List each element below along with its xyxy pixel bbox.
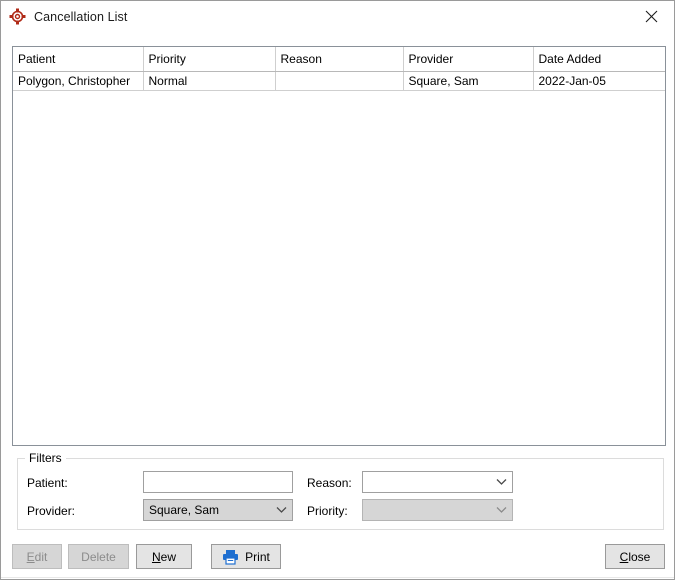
column-header-patient[interactable]: Patient (13, 47, 144, 72)
print-button[interactable]: Print (211, 544, 281, 569)
chevron-down-icon (270, 506, 292, 514)
provider-filter-combo[interactable]: Square, Sam (143, 499, 293, 521)
patient-filter-label: Patient: (27, 476, 68, 490)
new-button-label: New (151, 549, 176, 564)
close-button[interactable]: Close (605, 544, 665, 569)
cancellation-list-window: Cancellation List Patient Priority Reaso… (0, 0, 675, 580)
filters-legend: Filters (25, 451, 66, 465)
bottom-separator (1, 577, 674, 578)
cancellation-grid[interactable]: Patient Priority Reason Provider Date Ad… (12, 46, 666, 446)
patient-filter-input[interactable] (143, 471, 293, 493)
delete-button-label: Delete (81, 549, 116, 564)
window-close-button[interactable] (629, 1, 674, 32)
window-title: Cancellation List (34, 9, 128, 24)
reason-filter-combo[interactable] (362, 471, 513, 493)
chevron-down-icon (490, 478, 512, 486)
priority-filter-label: Priority: (307, 504, 348, 518)
delete-button[interactable]: Delete (68, 544, 129, 569)
printer-icon (223, 549, 239, 565)
column-header-priority[interactable]: Priority (143, 47, 276, 72)
close-button-label: Close (619, 549, 651, 564)
provider-filter-value: Square, Sam (149, 503, 220, 517)
grid-empty-area (13, 91, 665, 445)
edit-button[interactable]: Edit (12, 544, 62, 569)
cancellation-table: Patient Priority Reason Provider Date Ad… (13, 47, 665, 91)
column-header-reason[interactable]: Reason (275, 47, 404, 72)
target-crosshair-icon (9, 8, 26, 25)
cell-priority: Normal (143, 71, 276, 91)
reason-filter-label: Reason: (307, 476, 352, 490)
column-header-provider[interactable]: Provider (403, 47, 534, 72)
print-button-label: Print (245, 549, 270, 564)
provider-filter-label: Provider: (27, 504, 76, 518)
cell-patient: Polygon, Christopher (13, 71, 144, 91)
cell-reason (275, 71, 404, 91)
edit-button-label: Edit (26, 549, 48, 564)
close-icon (645, 10, 658, 23)
chevron-down-icon (490, 506, 512, 514)
cell-date-added: 2022-Jan-05 (533, 71, 665, 91)
table-row[interactable]: Polygon, Christopher Normal Square, Sam … (13, 71, 665, 91)
filters-group: Filters Patient: Provider: Square, Sam R… (17, 451, 664, 530)
column-header-date-added[interactable]: Date Added (533, 47, 665, 72)
priority-filter-combo[interactable] (362, 499, 513, 521)
cell-provider: Square, Sam (403, 71, 534, 91)
new-button[interactable]: New (136, 544, 192, 569)
title-bar: Cancellation List (1, 1, 674, 32)
table-header-row: Patient Priority Reason Provider Date Ad… (13, 47, 665, 72)
